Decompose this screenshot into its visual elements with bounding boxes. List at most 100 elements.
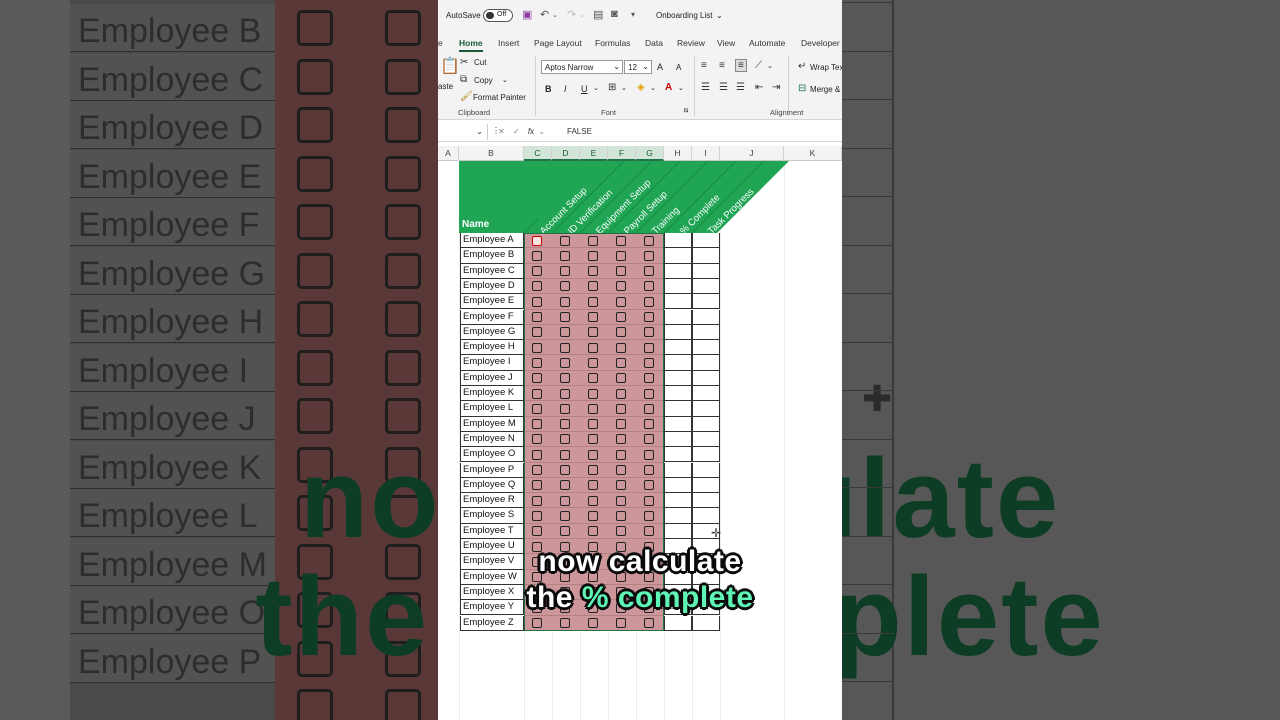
percent-complete-cell[interactable] [664,615,692,631]
underline-dropdown-icon[interactable]: ⌄ [593,84,599,92]
percent-complete-cell[interactable] [664,447,692,463]
percent-complete-cell[interactable] [664,523,692,539]
insert-function-button[interactable]: fx [528,127,534,136]
borders-icon[interactable]: ⊞ [608,82,616,93]
percent-complete-cell[interactable] [664,493,692,509]
orientation-icon[interactable]: ⟋ [755,60,762,71]
percent-complete-cell[interactable] [664,370,692,386]
percent-complete-cell[interactable] [664,294,692,310]
formula-input[interactable]: FALSE [567,127,592,136]
cancel-icon[interactable]: ✕ [498,127,505,136]
employee-name-cell[interactable]: Employee K [460,386,524,402]
column-header-h[interactable]: H [664,146,692,161]
undo-dropdown-icon[interactable]: ⌄ [552,11,558,19]
align-right-icon[interactable]: ☰ [736,82,745,93]
employee-name-cell[interactable]: Employee G [460,324,524,341]
redo-icon[interactable]: ↷ [567,8,576,21]
column-header-f[interactable]: F [608,146,636,161]
task-progress-cell[interactable] [692,508,720,524]
employee-name-cell[interactable]: Employee H [460,340,524,356]
percent-complete-cell[interactable] [664,340,692,356]
paste-button[interactable]: aste [438,82,453,91]
employee-name-cell[interactable]: Employee P [460,462,524,478]
fill-dropdown-icon[interactable]: ⌄ [650,84,656,92]
task-progress-cell[interactable] [692,309,720,325]
copy-button[interactable]: Copy [474,76,493,85]
task-progress-cell[interactable] [692,615,720,631]
column-header-g[interactable]: G [636,146,664,161]
task-progress-cell[interactable] [692,248,720,264]
task-progress-cell[interactable] [692,462,720,478]
name-box[interactable]: ⌄ [438,124,488,140]
camera-icon[interactable]: ◙ [611,8,618,20]
percent-complete-cell[interactable] [664,248,692,264]
merge-icon[interactable]: ⊟ [798,83,806,94]
employee-name-cell[interactable]: Employee E [460,294,524,310]
form-icon[interactable]: ▤ [593,8,603,21]
column-header-k[interactable]: K [784,146,842,161]
column-header-a[interactable]: A [438,146,459,161]
workbook-title[interactable]: Onboarding List [656,11,712,20]
shrink-font-button[interactable]: A [676,63,681,72]
task-progress-cell[interactable] [692,370,720,386]
tab-page-layout[interactable]: Page Layout [534,38,582,48]
task-progress-cell[interactable] [692,477,720,494]
autosave-toggle[interactable]: Off [483,9,513,22]
tab-file[interactable]: e [438,38,443,48]
tab-formulas[interactable]: Formulas [595,38,630,48]
task-progress-cell[interactable] [692,278,720,295]
decrease-indent-icon[interactable]: ⇤ [755,82,763,93]
task-progress-cell[interactable] [692,324,720,341]
cut-icon[interactable]: ✂ [460,57,468,68]
wrap-text-icon[interactable]: ↵ [798,61,806,72]
underline-button[interactable]: U [581,84,588,94]
task-progress-cell[interactable] [692,447,720,463]
task-progress-cell[interactable] [692,493,720,509]
employee-name-cell[interactable]: Employee S [460,508,524,524]
align-left-icon[interactable]: ☰ [701,82,710,93]
align-middle-icon[interactable]: ≡ [719,60,725,71]
redo-dropdown-icon[interactable]: ⌄ [579,11,585,19]
fill-color-icon[interactable]: ◈ [637,82,645,93]
name-column-header[interactable]: Name [462,219,489,230]
percent-complete-cell[interactable] [664,278,692,295]
employee-name-cell[interactable]: Employee A [460,233,524,249]
increase-indent-icon[interactable]: ⇥ [772,82,780,93]
tab-home[interactable]: Home [459,38,483,52]
copy-dropdown-icon[interactable]: ⌄ [502,76,508,84]
font-dialog-launcher-icon[interactable]: ⧅ [684,107,688,115]
cut-button[interactable]: Cut [474,58,486,67]
tab-insert[interactable]: Insert [498,38,519,48]
align-center-icon[interactable]: ☰ [719,82,728,93]
column-header-c[interactable]: C [524,146,552,161]
task-progress-cell[interactable] [692,386,720,402]
employee-name-cell[interactable]: Employee Q [460,477,524,494]
tab-developer[interactable]: Developer [801,38,840,48]
employee-name-cell[interactable]: Employee O [460,447,524,463]
undo-icon[interactable]: ↶ [540,8,549,21]
percent-complete-cell[interactable] [664,431,692,448]
merge-button[interactable]: Merge & [810,85,840,94]
employee-name-cell[interactable]: Employee L [460,401,524,417]
task-progress-cell[interactable] [692,416,720,432]
title-dropdown-icon[interactable]: ⌄ [716,11,723,20]
task-progress-cell[interactable] [692,263,720,279]
task-progress-cell[interactable] [692,233,720,249]
employee-name-cell[interactable]: Employee N [460,431,524,448]
italic-button[interactable]: I [564,84,567,94]
fx-dropdown-icon[interactable]: ⌄ [538,127,545,136]
worksheet-grid[interactable]: Name Account Setup ID Verification Equipme… [438,161,842,720]
column-header-d[interactable]: D [552,146,580,161]
grow-font-button[interactable]: A [657,62,663,72]
font-color-dropdown-icon[interactable]: ⌄ [678,84,684,92]
employee-name-cell[interactable]: Employee T [460,523,524,539]
percent-complete-cell[interactable] [664,263,692,279]
percent-complete-cell[interactable] [664,462,692,478]
percent-complete-cell[interactable] [664,355,692,371]
paste-icon[interactable]: 📋 [440,56,460,76]
enter-icon[interactable]: ✓ [513,127,520,136]
percent-complete-cell[interactable] [664,324,692,341]
column-header-i[interactable]: I [692,146,720,161]
task-progress-cell[interactable] [692,401,720,417]
align-bottom-icon[interactable]: ≡ [735,59,747,72]
